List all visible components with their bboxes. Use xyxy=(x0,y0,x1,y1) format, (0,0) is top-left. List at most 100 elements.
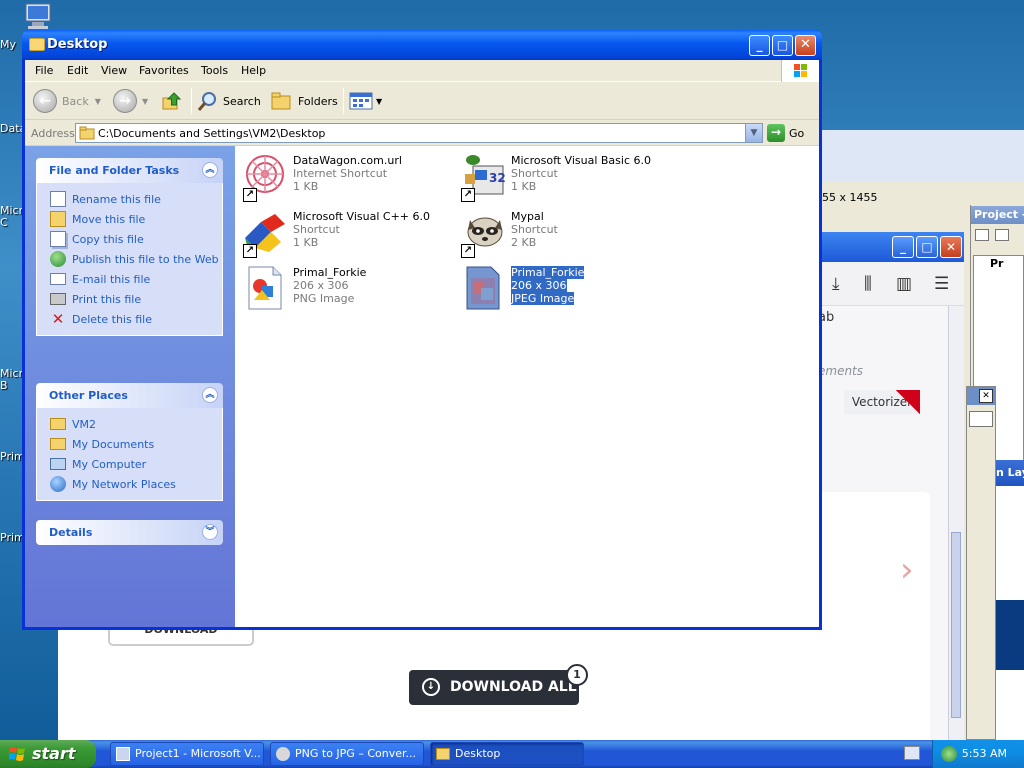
address-input[interactable]: C:\Documents and Settings\VM2\Desktop ▼ xyxy=(75,123,763,143)
file-item-mypal[interactable]: ↗ Mypal Shortcut 2 KB xyxy=(459,208,669,262)
place-label: My Computer xyxy=(72,457,147,471)
move-folder-icon xyxy=(50,211,66,227)
details-header[interactable]: Details ︾ xyxy=(36,520,223,545)
taskbar-item-label: PNG to JPG – Conver... xyxy=(295,747,416,760)
download-icon[interactable]: ⤓ xyxy=(832,274,840,294)
go-arrow-icon: → xyxy=(767,124,785,142)
close-button[interactable]: ✕ xyxy=(940,236,962,258)
file-type: Shortcut xyxy=(511,167,558,180)
file-item-datawagon[interactable]: ↗ DataWagon.com.url Internet Shortcut 1 … xyxy=(241,152,451,206)
chevron-down-icon[interactable]: ▼ xyxy=(745,124,762,142)
sidebar-icon[interactable]: ▥ xyxy=(896,274,912,294)
forward-arrow-icon: → xyxy=(113,89,137,113)
task-rename[interactable]: Rename this file xyxy=(50,189,222,209)
vb-object-dropdown[interactable] xyxy=(969,411,993,427)
collapse-icon[interactable]: ︽ xyxy=(202,387,218,403)
expand-icon[interactable]: ︾ xyxy=(202,524,218,540)
partial-text: ements xyxy=(818,364,864,378)
menu-icon[interactable]: ☰ xyxy=(934,274,949,294)
folders-button[interactable]: Folders xyxy=(270,88,338,114)
views-button[interactable]: ▼ xyxy=(349,88,382,114)
vb-properties-panel[interactable]: ✕ xyxy=(966,386,996,740)
minimize-button[interactable]: _ xyxy=(749,35,770,56)
task-delete[interactable]: ✕ Delete this file xyxy=(50,309,222,329)
panel-body: VM2 My Documents My Computer My Network … xyxy=(36,408,223,501)
up-folder-button[interactable] xyxy=(161,88,183,114)
chevron-down-icon[interactable]: ▼ xyxy=(376,97,382,106)
taskbar-item-label: Desktop xyxy=(455,747,501,760)
menu-tools[interactable]: Tools xyxy=(201,64,228,77)
maximize-button[interactable]: □ xyxy=(772,35,793,56)
file-name: Mypal xyxy=(511,210,544,223)
file-type: Shortcut xyxy=(293,223,340,236)
vb-tree-item[interactable]: Pr xyxy=(990,257,1004,270)
view-object-icon[interactable] xyxy=(995,229,1009,241)
place-my-network[interactable]: My Network Places xyxy=(50,474,222,494)
explorer-window[interactable]: Desktop _ □ ✕ File Edit View Favorites T… xyxy=(22,30,822,630)
file-folder-tasks-header[interactable]: File and Folder Tasks ︽ xyxy=(36,158,223,183)
file-item-primal-forkie-jpeg[interactable]: Primal_Forkie 206 x 306 JPEG Image xyxy=(459,264,669,318)
download-circle-icon: ↓ xyxy=(422,678,440,696)
forward-button[interactable]: → ▼ xyxy=(113,88,148,114)
taskbar-item-browser[interactable]: PNG to JPG – Conver... xyxy=(270,742,424,766)
menu-file[interactable]: File xyxy=(35,64,53,77)
vb-form-layout[interactable]: n Lay xyxy=(996,460,1024,740)
browser-icon xyxy=(276,747,290,761)
go-button[interactable]: → Go xyxy=(767,124,804,142)
minimize-button[interactable]: _ xyxy=(892,236,914,258)
other-places-panel: Other Places ︽ VM2 My Documents My Compu… xyxy=(36,383,223,501)
next-arrow-icon[interactable]: › xyxy=(900,550,914,590)
file-list[interactable]: ↗ DataWagon.com.url Internet Shortcut 1 … xyxy=(235,146,819,627)
chevron-down-icon[interactable]: ▼ xyxy=(142,97,148,106)
standard-toolbar: ← Back ▼ → ▼ Search Folders ▼ xyxy=(25,82,819,120)
download-all-button[interactable]: ↓ DOWNLOAD ALL xyxy=(409,670,579,705)
vb-project-title: Project - xyxy=(971,206,1024,224)
task-label: Print this file xyxy=(72,292,142,306)
close-button[interactable]: ✕ xyxy=(795,35,816,56)
start-label: start xyxy=(32,744,76,763)
task-print[interactable]: Print this file xyxy=(50,289,222,309)
taskbar-item-desktop[interactable]: Desktop xyxy=(430,742,584,766)
task-move[interactable]: Move this file xyxy=(50,209,222,229)
explorer-titlebar[interactable]: Desktop _ □ ✕ xyxy=(22,30,822,60)
task-email[interactable]: E-mail this file xyxy=(50,269,222,289)
menu-favorites[interactable]: Favorites xyxy=(139,64,189,77)
file-size: 1 KB xyxy=(293,180,319,193)
maximize-button[interactable]: □ xyxy=(916,236,938,258)
back-arrow-icon: ← xyxy=(33,89,57,113)
menu-help[interactable]: Help xyxy=(241,64,266,77)
collapse-icon[interactable]: ︽ xyxy=(202,162,218,178)
taskbar-item-vb[interactable]: Project1 - Microsoft V... xyxy=(110,742,264,766)
download-count-badge: 1 xyxy=(566,664,588,686)
file-item-primal-forkie-png[interactable]: Primal_Forkie 206 x 306 PNG Image xyxy=(241,264,451,318)
menu-edit[interactable]: Edit xyxy=(67,64,88,77)
chevron-down-icon[interactable]: ▼ xyxy=(95,97,101,106)
task-publish[interactable]: Publish this file to the Web xyxy=(50,249,222,269)
place-my-documents[interactable]: My Documents xyxy=(50,434,222,454)
task-label: Publish this file to the Web xyxy=(72,252,219,266)
task-copy[interactable]: Copy this file xyxy=(50,229,222,249)
close-icon[interactable]: ✕ xyxy=(979,389,993,403)
file-item-vcpp6[interactable]: ↗ Microsoft Visual C++ 6.0 Shortcut 1 KB xyxy=(241,208,451,262)
start-button[interactable]: start xyxy=(0,740,96,768)
shortcut-arrow-icon: ↗ xyxy=(243,188,257,202)
clock[interactable]: 5:53 AM xyxy=(962,747,1007,760)
library-icon[interactable]: ⫼ xyxy=(864,274,872,294)
file-type: Shortcut xyxy=(511,223,558,236)
file-size: JPEG Image xyxy=(511,292,575,305)
search-button[interactable]: Search xyxy=(197,88,261,114)
keyboard-icon[interactable] xyxy=(904,746,920,760)
browser-scrollbar[interactable] xyxy=(948,306,964,740)
file-item-vb6[interactable]: 32 ↗ Microsoft Visual Basic 6.0 Shortcut… xyxy=(459,152,669,206)
place-vm2[interactable]: VM2 xyxy=(50,414,222,434)
place-my-computer[interactable]: My Computer xyxy=(50,454,222,474)
scrollbar-thumb[interactable] xyxy=(951,532,961,718)
rename-icon xyxy=(50,191,66,207)
menu-view[interactable]: View xyxy=(101,64,127,77)
network-tray-icon[interactable] xyxy=(941,746,957,762)
my-computer-desktop-icon[interactable] xyxy=(22,2,54,30)
other-places-header[interactable]: Other Places ︽ xyxy=(36,383,223,408)
view-code-icon[interactable] xyxy=(975,229,989,241)
task-label: Delete this file xyxy=(72,312,152,326)
back-button[interactable]: ← Back ▼ xyxy=(33,88,101,114)
